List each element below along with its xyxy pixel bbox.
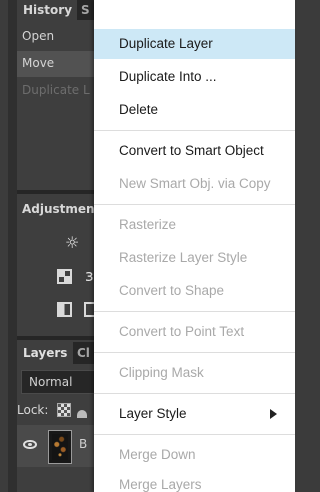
history-item-open[interactable]: Open [17, 24, 100, 50]
lock-image-icon[interactable] [77, 410, 87, 418]
menu-item-merge-layers[interactable]: Merge Layers [94, 470, 295, 492]
menu-item-duplicate-layer[interactable]: Duplicate Layer [94, 29, 295, 59]
history-tab-bar: History S [17, 0, 100, 20]
menu-item-rasterize-layer-style[interactable]: Rasterize Layer Style [94, 243, 295, 273]
layers-tab-bar: Layers Cl [17, 342, 100, 364]
curves-icon[interactable]: ɜ [85, 268, 94, 284]
blend-mode-select[interactable]: Normal [21, 370, 100, 394]
panel-divider [17, 336, 100, 340]
contrast-icon[interactable] [57, 302, 72, 317]
lock-transparency-icon[interactable] [57, 403, 71, 417]
menu-separator [94, 434, 295, 435]
menu-separator [94, 311, 295, 312]
menu-separator [94, 130, 295, 131]
adjustments-title[interactable]: Adjustmen [17, 200, 100, 218]
menu-item-convert-to-shape[interactable]: Convert to Shape [94, 276, 295, 306]
panel-column: History S Open Move Duplicate L Adjustme… [17, 0, 100, 492]
eye-icon[interactable] [23, 440, 37, 449]
menu-item-convert-to-point-text[interactable]: Convert to Point Text [94, 317, 295, 347]
menu-item-delete[interactable]: Delete [94, 95, 295, 125]
levels-icon[interactable] [57, 269, 72, 284]
history-item-move[interactable]: Move [17, 51, 100, 77]
layer-context-menu: Duplicate Layer Duplicate Into ... Delet… [94, 0, 295, 492]
tab-layers[interactable]: Layers [17, 342, 73, 364]
menu-separator [94, 204, 295, 205]
lock-label: Lock: [17, 403, 49, 417]
menu-item-layer-style[interactable]: Layer Style [94, 399, 295, 429]
left-panel-area: History S Open Move Duplicate L Adjustme… [0, 0, 100, 492]
layer-thumbnail[interactable] [48, 430, 72, 464]
tab-channels[interactable]: Cl [75, 342, 90, 364]
layer-row[interactable]: B [17, 425, 100, 467]
submenu-arrow-icon [270, 409, 277, 419]
menu-item-convert-smart-object[interactable]: Convert to Smart Object [94, 136, 295, 166]
menu-item-new-smart-obj-via-copy[interactable]: New Smart Obj. via Copy [94, 169, 295, 199]
history-item-duplicate[interactable]: Duplicate L [17, 78, 100, 104]
layer-name[interactable]: B [79, 437, 87, 451]
panel-divider [17, 190, 100, 194]
menu-item-merge-down[interactable]: Merge Down [94, 440, 295, 470]
menu-separator [94, 393, 295, 394]
menu-item-layer-style-label: Layer Style [119, 406, 187, 421]
menu-item-rasterize[interactable]: Rasterize [94, 210, 295, 240]
menu-separator [94, 352, 295, 353]
menu-item-duplicate-into[interactable]: Duplicate Into ... [94, 62, 295, 92]
brightness-icon[interactable]: ☼ [65, 235, 79, 251]
menu-item-clipping-mask[interactable]: Clipping Mask [94, 358, 295, 388]
tab-history[interactable]: History [17, 0, 77, 20]
